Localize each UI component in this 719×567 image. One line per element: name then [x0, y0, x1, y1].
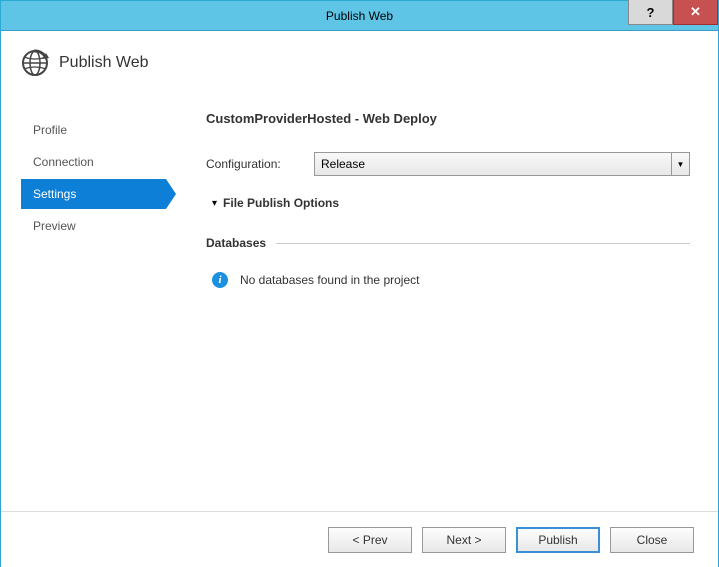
databases-info-text: No databases found in the project	[240, 273, 419, 287]
titlebar: Publish Web ? ✕	[1, 1, 718, 31]
close-button[interactable]: Close	[610, 527, 694, 553]
next-button[interactable]: Next >	[422, 527, 506, 553]
databases-title: Databases	[206, 236, 266, 250]
sidebar-item-preview[interactable]: Preview	[21, 211, 166, 241]
file-publish-options-label: File Publish Options	[223, 196, 339, 210]
publish-button[interactable]: Publish	[516, 527, 600, 553]
window-title: Publish Web	[1, 9, 718, 23]
sidebar-item-label: Settings	[33, 187, 76, 201]
main-panel: CustomProviderHosted - Web Deploy Config…	[166, 91, 718, 288]
dialog-body: Profile Connection Settings Preview Cust…	[1, 91, 718, 288]
titlebar-controls: ? ✕	[628, 1, 718, 30]
configuration-value: Release	[321, 157, 365, 171]
databases-info-row: i No databases found in the project	[206, 272, 690, 288]
prev-button[interactable]: < Prev	[328, 527, 412, 553]
databases-section-header: Databases	[206, 236, 690, 250]
sidebar-item-label: Preview	[33, 219, 76, 233]
dialog-title: Publish Web	[59, 54, 149, 72]
sidebar-item-label: Profile	[33, 123, 67, 137]
close-window-button[interactable]: ✕	[673, 0, 718, 25]
chevron-down-icon: ▼	[671, 153, 689, 175]
dialog-footer: < Prev Next > Publish Close	[1, 511, 718, 567]
sidebar: Profile Connection Settings Preview	[21, 91, 166, 288]
configuration-label: Configuration:	[206, 157, 314, 171]
page-title: CustomProviderHosted - Web Deploy	[206, 111, 690, 126]
sidebar-item-label: Connection	[33, 155, 94, 169]
file-publish-options-toggle[interactable]: ▾ File Publish Options	[212, 196, 690, 210]
chevron-down-icon: ▾	[212, 198, 217, 209]
info-icon: i	[212, 272, 228, 288]
configuration-row: Configuration: Release ▼	[206, 152, 690, 176]
help-button[interactable]: ?	[628, 0, 673, 25]
divider	[276, 243, 690, 244]
globe-arrow-icon	[21, 49, 49, 77]
dialog-header: Publish Web	[1, 31, 718, 91]
sidebar-item-connection[interactable]: Connection	[21, 147, 166, 177]
sidebar-item-profile[interactable]: Profile	[21, 115, 166, 145]
sidebar-item-settings[interactable]: Settings	[21, 179, 166, 209]
configuration-select[interactable]: Release ▼	[314, 152, 690, 176]
